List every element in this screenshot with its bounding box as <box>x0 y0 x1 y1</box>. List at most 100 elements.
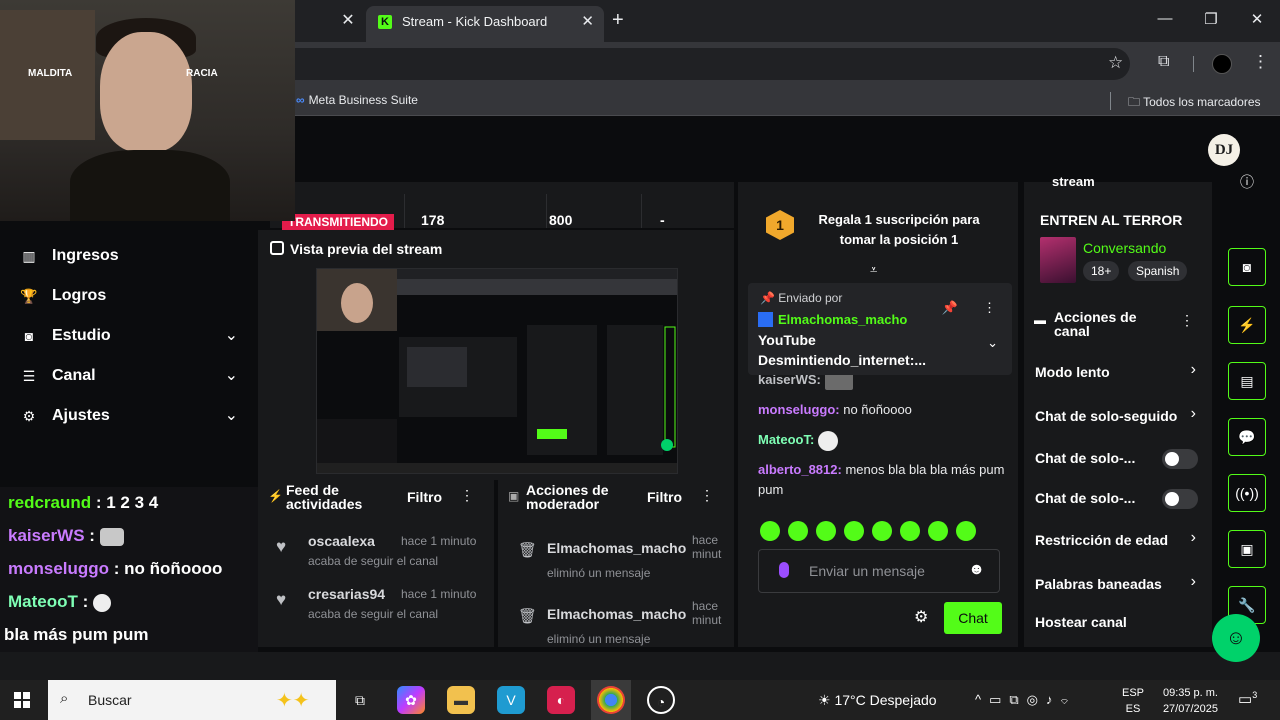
feed-user[interactable]: cresarias94 <box>308 586 385 602</box>
chat-text: no ñoñoooo <box>839 402 912 417</box>
notes-icon[interactable]: ▤ <box>1228 362 1266 400</box>
stream-category[interactable]: Conversando <box>1083 240 1166 256</box>
actions-menu-icon[interactable]: ⋮ <box>1180 312 1194 329</box>
file-explorer-icon[interactable]: ▬ <box>447 686 475 714</box>
stream-title: ENTREN AL TERROR <box>1040 212 1183 228</box>
emote-button[interactable] <box>872 521 892 541</box>
bookmark-star-icon[interactable]: ☆ <box>1108 53 1123 73</box>
chat-username[interactable]: MateooT: <box>758 432 814 447</box>
pinned-user[interactable]: Elmachomas_macho <box>778 312 907 327</box>
support-chat-button[interactable]: ☺ <box>1212 614 1260 662</box>
chevron-down-icon[interactable]: ⌄ <box>987 335 998 351</box>
emote-button[interactable] <box>816 521 836 541</box>
close-window-icon[interactable]: ✕ <box>1242 10 1272 28</box>
capcut-icon[interactable]: ◐ <box>547 686 575 714</box>
feed-item: ♥ cresarias94 hace 1 minuto acaba de seg… <box>258 580 494 634</box>
profile-avatar[interactable] <box>1212 54 1232 74</box>
close-prev-tab-icon[interactable]: ✕ <box>338 11 358 31</box>
windows-start-icon[interactable] <box>14 692 30 708</box>
feed-filter-button[interactable]: Filtro <box>407 489 442 505</box>
capture-icon[interactable]: ◙ <box>1228 248 1266 286</box>
sidebar-item-ajustes[interactable]: ⚙ Ajustes ⌄ <box>0 397 256 437</box>
webcam-banner-right: RACIA <box>186 68 218 79</box>
broadcast-icon[interactable]: ((•)) <box>1228 474 1266 512</box>
mic-icon[interactable] <box>779 562 789 578</box>
notifications-icon[interactable]: ▭3 <box>1238 690 1257 708</box>
taskbar-clock[interactable]: 09:35 p. m. 27/07/2025 <box>1154 685 1218 717</box>
camera-icon[interactable]: ▣ <box>1228 530 1266 568</box>
scroll-down-icon[interactable]: ⩡ <box>870 262 877 278</box>
sidebar-item-canal[interactable]: ☰ Canal ⌄ <box>0 357 256 397</box>
browser-menu-icon[interactable]: ⋮ <box>1252 52 1269 72</box>
info-icon[interactable]: ⓘ <box>1228 175 1266 220</box>
action-palabras-baneadas[interactable]: Palabras baneadas › <box>1024 564 1212 604</box>
mod-user[interactable]: Elmachomas_macho <box>547 540 686 556</box>
emote-button[interactable] <box>760 521 780 541</box>
task-view-icon[interactable]: ⧉ <box>346 686 374 714</box>
chat-settings-icon[interactable]: ⚙ <box>914 607 928 627</box>
app-v-icon[interactable]: V <box>497 686 525 714</box>
mod-text: eliminó un mensaje <box>547 566 651 580</box>
emote-button[interactable] <box>844 521 864 541</box>
bookmark-meta[interactable]: ∞ Meta Business Suite <box>296 93 418 107</box>
copilot-icon[interactable]: ✿ <box>397 686 425 714</box>
close-tab-icon[interactable]: ✕ <box>581 12 594 30</box>
mod-menu-icon[interactable]: ⋮ <box>700 487 714 504</box>
sidebar-item-estudio[interactable]: ◙ Estudio ⌄ <box>0 317 256 357</box>
lightning-icon[interactable]: ⚡ <box>1228 306 1266 344</box>
feed-user[interactable]: oscaalexa <box>308 533 375 549</box>
restore-icon[interactable]: ❐ <box>1196 10 1226 28</box>
rank-badge: 1 <box>766 210 794 240</box>
emote-button[interactable] <box>956 521 976 541</box>
extensions-icon[interactable]: ⧉ <box>1158 53 1169 71</box>
sidebar-item-logros[interactable]: 🏆 Logros <box>0 277 256 317</box>
toggle-switch[interactable] <box>1162 489 1198 509</box>
language-indicator[interactable]: ESP ES <box>1122 685 1144 717</box>
toggle-switch[interactable] <box>1162 449 1198 469</box>
chevron-right-icon: › <box>1190 361 1196 378</box>
emote-button[interactable] <box>928 521 948 541</box>
chrome-icon[interactable] <box>597 686 625 714</box>
action-hostear-canal[interactable]: Hostear canal <box>1024 602 1212 642</box>
user-avatar[interactable]: DJ <box>1208 134 1240 166</box>
emoji-icon[interactable]: ☻ <box>968 561 985 579</box>
overlay-chat-line: bla más pum pum <box>4 625 149 645</box>
feed-menu-icon[interactable]: ⋮ <box>460 487 474 504</box>
tab-kick-dashboard[interactable]: K Stream - Kick Dashboard ✕ <box>366 6 604 42</box>
emote-button[interactable] <box>900 521 920 541</box>
mod-filter-button[interactable]: Filtro <box>647 489 682 505</box>
emote-button[interactable] <box>788 521 808 541</box>
chevron-down-icon: ⌄ <box>224 327 238 344</box>
pinned-menu-icon[interactable]: ⋮ <box>983 300 996 316</box>
action-modo-lento[interactable]: Modo lento › <box>1024 352 1212 392</box>
system-tray-icons[interactable]: ^▭⧉◎♪⌔ <box>975 692 1076 708</box>
chat-username[interactable]: alberto_8812: <box>758 462 842 477</box>
taskbar-search[interactable]: ⌕ Buscar ✦✦ <box>48 680 336 720</box>
chevron-down-icon: ⌄ <box>224 367 238 384</box>
sidebar-item-ingresos[interactable]: ▥ Ingresos <box>0 237 256 277</box>
new-tab-icon[interactable]: + <box>612 9 624 32</box>
minimize-icon[interactable]: — <box>1150 10 1180 27</box>
trophy-icon: 🏆 <box>20 288 38 304</box>
chat-bubble-icon[interactable]: 💬 <box>1228 418 1266 456</box>
chat-input[interactable]: Enviar un mensaje ☻ <box>758 549 1000 593</box>
stat-divider <box>404 194 405 228</box>
all-bookmarks[interactable]: 🗀 Todos los marcadores <box>1128 93 1261 114</box>
preview-title: Vista previa del stream <box>290 241 443 257</box>
weather-widget[interactable]: ☀ 17°C Despejado <box>818 692 937 709</box>
chat-username[interactable]: monseluggo: <box>758 402 840 417</box>
action-solo-seguidores[interactable]: Chat de solo-seguido › <box>1024 396 1212 436</box>
weather-text: 17°C Despejado <box>834 692 937 708</box>
quick-actions-rail: ⓘ ◙ ⚡ ▤ 💬 ((•)) ▣ 🔧 <box>1214 175 1280 647</box>
pinned-message[interactable]: 📌 Enviado por Elmachomas_macho YouTube D… <box>748 283 1012 375</box>
heart-icon: ♥ <box>276 537 287 556</box>
obs-icon[interactable]: ◔ <box>647 686 675 714</box>
unpin-icon[interactable]: 📌 <box>942 300 958 316</box>
action-solo-toggle-2[interactable]: Chat de solo-... <box>1024 478 1212 518</box>
action-restriccion-edad[interactable]: Restricción de edad › <box>1024 520 1212 560</box>
feed-text: acaba de seguir el canal <box>308 607 439 621</box>
mod-user[interactable]: Elmachomas_macho <box>547 606 686 622</box>
chat-send-button[interactable]: Chat <box>944 602 1002 634</box>
action-solo-toggle-1[interactable]: Chat de solo-... <box>1024 438 1212 478</box>
gift-sub-card[interactable]: 1 Regala 1 suscripción para tomar la pos… <box>754 200 1002 260</box>
